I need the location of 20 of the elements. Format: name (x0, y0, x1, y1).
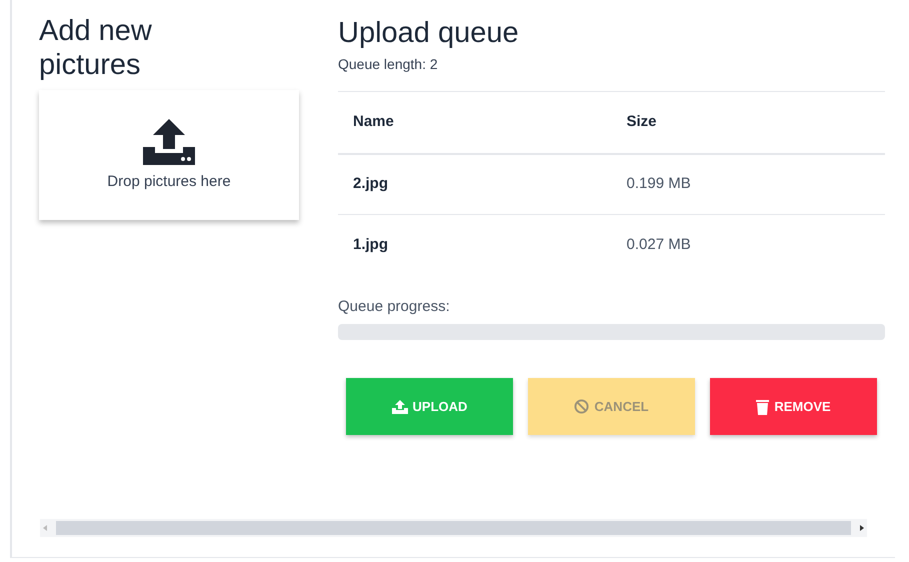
trash-icon (756, 398, 770, 414)
drop-zone-label: Drop pictures here (107, 172, 231, 192)
progress-label: Queue progress: (338, 296, 451, 316)
table-cell: 1.jpg (338, 214, 612, 276)
horizontal-scrollbar[interactable] (40, 519, 867, 537)
upload-button[interactable]: UPLOAD (346, 378, 513, 435)
section-title: Upload queue (338, 16, 520, 51)
blocked-icon (574, 399, 590, 414)
table-cell: 2.jpg (338, 154, 612, 214)
remove-button[interactable]: REMOVE (710, 378, 877, 435)
upload-icon (392, 400, 408, 414)
column-header: Size (612, 92, 885, 154)
column-header: Name (338, 92, 612, 154)
table-cell: 0.027 MB (612, 214, 885, 276)
panel-title: Add new pictures (39, 14, 153, 82)
drop-zone[interactable]: Drop pictures here (39, 90, 299, 220)
queue-length: Queue length: 2 (338, 55, 439, 74)
upload-icon (141, 116, 197, 167)
table-cell: 0.199 MB (612, 154, 885, 214)
scrollbar-thumb[interactable] (56, 521, 851, 535)
